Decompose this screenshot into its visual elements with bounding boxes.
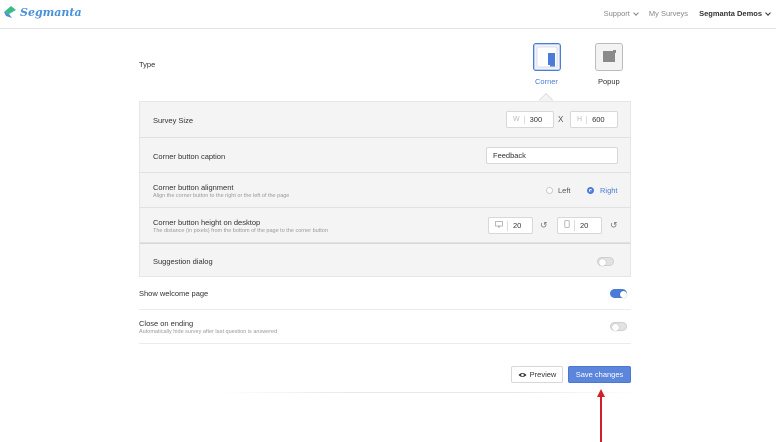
chevron-down-icon — [633, 9, 639, 16]
suggestion-dialog-label: Suggestion dialog — [153, 257, 213, 266]
type-option-popup-label: Popup — [598, 77, 620, 86]
popup-layout-icon — [603, 50, 616, 62]
suggestion-dialog-row: Suggestion dialog — [140, 243, 630, 277]
segmanta-logo-icon — [4, 6, 16, 18]
close-on-ending-description: Automatically hide survey after last que… — [139, 329, 278, 335]
corner-alignment-description: Align the corner button to the right or … — [153, 193, 290, 199]
corner-height-row: Corner button height on desktop The dist… — [140, 208, 630, 243]
corner-layout-icon — [536, 46, 558, 68]
nav-support[interactable]: Support — [603, 9, 639, 18]
corner-caption-input[interactable]: Feedback — [486, 147, 618, 164]
preview-button[interactable]: Preview — [511, 366, 563, 383]
welcome-page-label: Show welcome page — [139, 289, 209, 298]
chevron-down-icon — [765, 9, 771, 16]
welcome-page-toggle[interactable] — [610, 289, 627, 298]
nav-my-surveys-label: My Surveys — [648, 9, 689, 18]
brand-logo[interactable]: Segmanta — [3, 5, 82, 19]
save-changes-label: Save changes — [575, 370, 624, 379]
desktop-height-input[interactable]: 20 — [488, 217, 533, 234]
corner-alignment-row: Corner button alignment Align the corner… — [140, 173, 630, 208]
size-separator: X — [558, 115, 564, 124]
close-on-ending-row: Close on ending Automatically hide surve… — [139, 310, 631, 344]
survey-width-input[interactable]: W 300 — [506, 111, 554, 128]
eye-icon — [518, 372, 527, 377]
align-left-radio[interactable] — [546, 187, 553, 194]
survey-size-label: Survey Size — [153, 116, 194, 125]
corner-caption-label: Corner button caption — [153, 152, 226, 161]
survey-height-input[interactable]: H 600 — [570, 111, 618, 128]
toggle-knob — [619, 290, 627, 298]
corner-caption-value: Feedback — [493, 151, 526, 160]
footer-divider — [220, 392, 640, 393]
width-prefix: W — [507, 115, 525, 124]
type-option-popup[interactable] — [595, 43, 623, 71]
align-left-label[interactable]: Left — [558, 186, 571, 195]
desktop-monitor-icon — [489, 220, 508, 231]
nav-my-surveys[interactable]: My Surveys — [649, 9, 688, 18]
reset-desktop-height-icon[interactable]: ↺ — [540, 221, 548, 230]
toggle-knob — [598, 258, 606, 266]
survey-size-row: Survey Size W 300 X H 600 — [140, 102, 630, 138]
close-on-ending-label: Close on ending — [139, 319, 194, 328]
corner-settings-panel: Survey Size W 300 X H 600 Corner button … — [139, 101, 631, 277]
suggestion-dialog-toggle[interactable] — [597, 257, 614, 266]
corner-height-description: The distance (in pixels) from the bottom… — [153, 228, 328, 234]
nav-account-label: Segmanta Demos — [699, 9, 762, 18]
corner-alignment-label: Corner button alignment — [153, 183, 234, 192]
type-option-corner-label: Corner — [535, 77, 558, 86]
save-changes-button[interactable]: Save changes — [568, 366, 631, 383]
width-value: 300 — [529, 115, 543, 124]
height-prefix: H — [571, 115, 588, 124]
top-nav: Support My Surveys Segmanta Demos — [603, 9, 771, 18]
preview-button-label: Preview — [529, 370, 557, 379]
height-value: 600 — [592, 115, 605, 124]
close-on-ending-toggle[interactable] — [610, 322, 627, 331]
mobile-height-value: 20 — [580, 221, 589, 230]
toggle-knob — [611, 323, 619, 331]
reset-mobile-height-icon[interactable]: ↺ — [610, 221, 618, 230]
type-label: Type — [139, 60, 156, 69]
welcome-page-row: Show welcome page — [139, 277, 631, 310]
desktop-height-value: 20 — [513, 221, 522, 230]
annotation-arrow-icon — [600, 396, 602, 442]
brand-name: Segmanta — [20, 5, 82, 19]
top-header: Segmanta Support My Surveys Segmanta Dem… — [0, 0, 776, 29]
corner-caption-row: Corner button caption Feedback — [140, 138, 630, 173]
corner-height-label: Corner button height on desktop — [153, 218, 261, 227]
align-right-radio[interactable] — [587, 187, 594, 194]
nav-account-menu[interactable]: Segmanta Demos — [699, 9, 771, 18]
mobile-phone-icon — [558, 220, 575, 231]
mobile-height-input[interactable]: 20 — [557, 217, 602, 234]
type-option-corner[interactable] — [533, 43, 561, 71]
nav-support-label: Support — [603, 9, 630, 18]
align-right-label[interactable]: Right — [600, 186, 618, 195]
